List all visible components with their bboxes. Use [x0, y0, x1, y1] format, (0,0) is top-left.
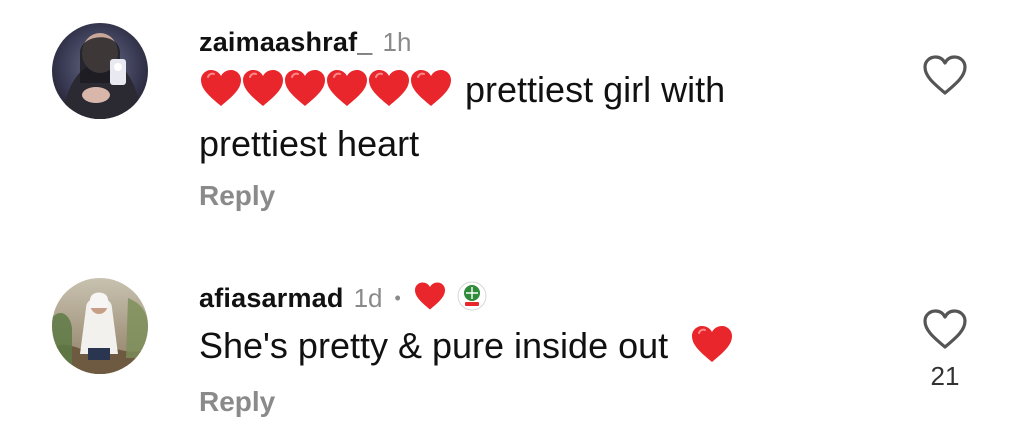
comment-1: zaimaashraf_ 1h prettiest girl with pret… [0, 0, 1024, 230]
comment-meta: zaimaashraf_ 1h [199, 22, 914, 62]
red-heart-icon [327, 70, 367, 106]
red-heart-icon [690, 324, 734, 376]
username[interactable]: afiasarmad [199, 283, 344, 314]
avatar-afiasarmad[interactable] [52, 278, 148, 374]
comment-2: afiasarmad 1d • She's pretty & pure insi… [0, 262, 1024, 448]
comment-body: afiasarmad 1d • She's pretty & pure insi… [199, 278, 914, 418]
like-button[interactable] [920, 54, 970, 107]
reply-button[interactable]: Reply [199, 386, 275, 418]
like-button[interactable]: 21 [920, 308, 970, 392]
comment-text-line-1: prettiest girl with [465, 69, 726, 110]
username[interactable]: zaimaashraf_ [199, 27, 373, 58]
red-heart-icon [201, 70, 241, 106]
red-hearts-emoji-group [199, 68, 451, 120]
creator-liked-heart-icon [413, 281, 447, 316]
red-heart-icon [411, 70, 451, 106]
red-heart-icon [243, 70, 283, 106]
comment-text: She's pretty & pure inside out [199, 322, 914, 376]
cinema-logo-icon [457, 281, 487, 316]
separator-dot: • [394, 288, 401, 308]
timestamp: 1d [353, 282, 383, 313]
comment-text-line-2: prettiest heart [199, 123, 420, 164]
heart-outline-icon [923, 309, 967, 349]
comment-text: prettiest girl with prettiest heart [199, 66, 914, 168]
heart-outline-icon [923, 55, 967, 95]
red-heart-icon [285, 70, 325, 106]
avatar-zaimaashraf[interactable] [52, 23, 148, 119]
comment-meta: afiasarmad 1d • [199, 278, 914, 318]
reply-button[interactable]: Reply [199, 180, 275, 212]
timestamp: 1h [382, 26, 412, 57]
red-heart-icon [369, 70, 409, 106]
comment-body: zaimaashraf_ 1h prettiest girl with pret… [199, 22, 914, 212]
comment-text-line-1: She's pretty & pure inside out [199, 325, 669, 366]
like-count: 21 [930, 361, 960, 391]
